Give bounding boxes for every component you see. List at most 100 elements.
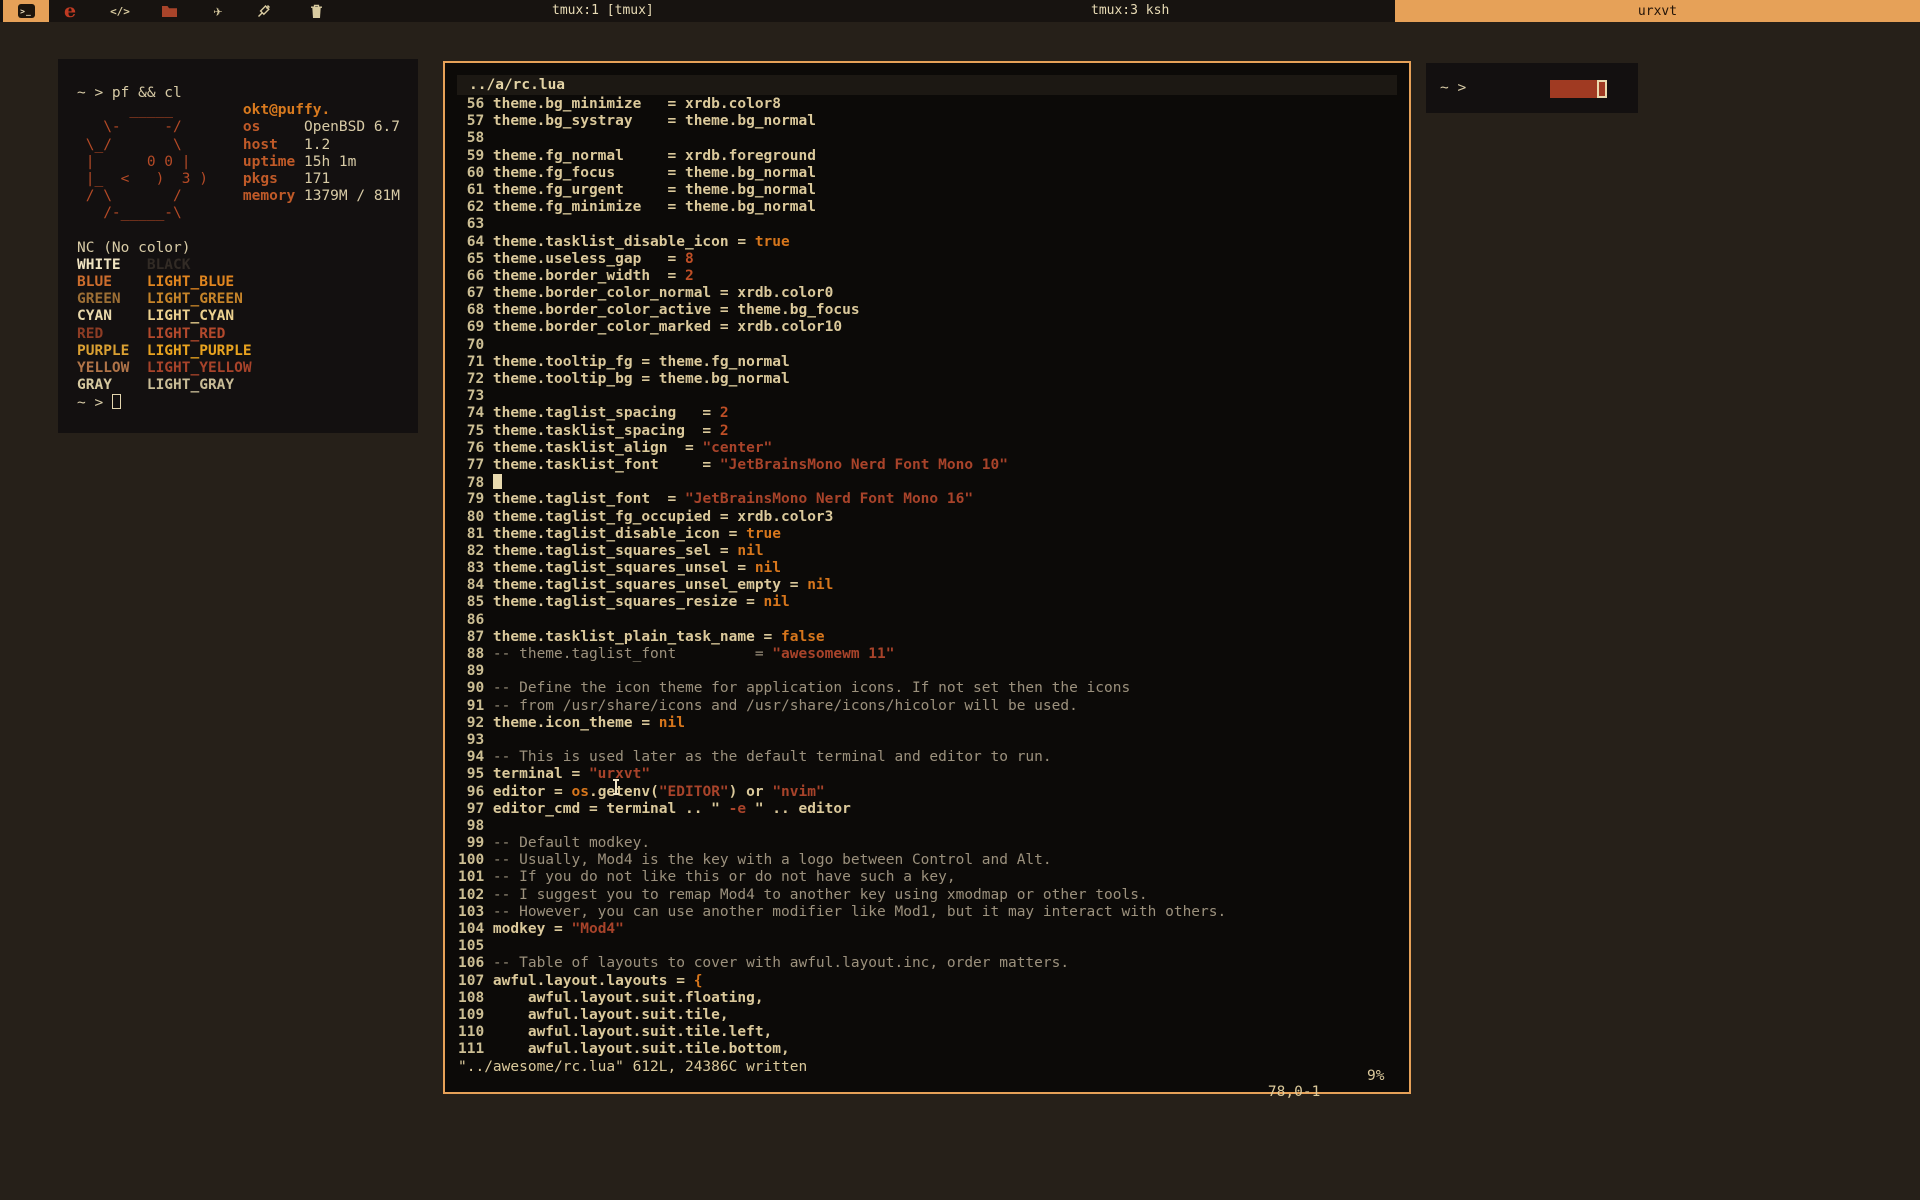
terminal-line: BLUE LIGHT_BLUE bbox=[77, 274, 418, 291]
terminal-icon: >_ bbox=[18, 4, 35, 18]
terminal-line: NC (No color) bbox=[77, 240, 418, 257]
vim-ruler: 78,0-1 9% bbox=[1233, 1068, 1320, 1132]
code-line: 58 bbox=[458, 130, 1226, 147]
code-line: 101 -- If you do not like this or do not… bbox=[458, 869, 1226, 886]
fetch-terminal-window[interactable]: ~ > pf && cl _____ okt@puffy. \- -/ os O… bbox=[58, 59, 418, 433]
code-line: 63 bbox=[458, 216, 1226, 233]
terminal-line: ~ > bbox=[77, 394, 418, 411]
scroll-percent: 9% bbox=[1367, 1068, 1384, 1084]
code-icon: </> bbox=[110, 5, 130, 18]
code-line: 56 theme.bg_minimize = xrdb.color8 bbox=[458, 96, 1226, 113]
code-line: 94 -- This is used later as the default … bbox=[458, 749, 1226, 766]
cursor-position: 78,0-1 bbox=[1268, 1084, 1320, 1100]
terminal-line: WHITE BLACK bbox=[77, 257, 418, 274]
code-line: 83 theme.taglist_squares_unsel = nil bbox=[458, 560, 1226, 577]
selection-block bbox=[1550, 80, 1597, 98]
code-line: 80 theme.taglist_fg_occupied = xrdb.colo… bbox=[458, 509, 1226, 526]
terminal-line: _____ okt@puffy. bbox=[77, 102, 418, 119]
code-line: 71 theme.tooltip_fg = theme.fg_normal bbox=[458, 354, 1226, 371]
terminal-line: \- -/ os OpenBSD 6.7 bbox=[77, 119, 418, 136]
code-line: 73 bbox=[458, 388, 1226, 405]
top-wibar: >_ e </> ✈ bbox=[0, 0, 1920, 22]
code-line: 111 awful.layout.suit.tile.bottom, bbox=[458, 1041, 1226, 1058]
code-line: 60 theme.fg_focus = theme.bg_normal bbox=[458, 165, 1226, 182]
code-line: 75 theme.tasklist_spacing = 2 bbox=[458, 423, 1226, 440]
taskbar-item-urxvt-focused[interactable]: urxvt bbox=[1395, 0, 1920, 22]
syringe-icon bbox=[256, 3, 272, 19]
code-line: 65 theme.useless_gap = 8 bbox=[458, 251, 1226, 268]
code-line: 98 bbox=[458, 818, 1226, 835]
code-line: 105 bbox=[458, 938, 1226, 955]
fetch-terminal-content: ~ > pf && cl _____ okt@puffy. \- -/ os O… bbox=[77, 85, 418, 412]
code-line: 95 terminal = "urxvt" bbox=[458, 766, 1226, 783]
plane-icon: ✈ bbox=[213, 2, 222, 20]
code-line: 72 theme.tooltip_bg = theme.bg_normal bbox=[458, 371, 1226, 388]
code-line: 93 bbox=[458, 732, 1226, 749]
code-line: 86 bbox=[458, 612, 1226, 629]
code-line: 91 -- from /usr/share/icons and /usr/sha… bbox=[458, 698, 1226, 715]
code-line: 84 theme.taglist_squares_unsel_empty = n… bbox=[458, 577, 1226, 594]
launcher-terminal[interactable]: >_ bbox=[3, 0, 49, 22]
terminal-line: \_/ \ host 1.2 bbox=[77, 137, 418, 154]
launcher-browser[interactable]: e bbox=[52, 0, 88, 22]
code-line: 90 -- Define the icon theme for applicat… bbox=[458, 680, 1226, 697]
code-line: 82 theme.taglist_squares_sel = nil bbox=[458, 543, 1226, 560]
code-line: 102 -- I suggest you to remap Mod4 to an… bbox=[458, 887, 1226, 904]
launcher-plane[interactable]: ✈ bbox=[200, 0, 236, 22]
terminal-line: / \ / memory 1379M / 81M bbox=[77, 188, 418, 205]
code-line: 79 theme.taglist_font = "JetBrainsMono N… bbox=[458, 491, 1226, 508]
folder-icon bbox=[161, 5, 178, 18]
vim-terminal-window[interactable]: ../a/rc.lua 56 theme.bg_minimize = xrdb.… bbox=[443, 61, 1411, 1094]
code-line: 103 -- However, you can use another modi… bbox=[458, 904, 1226, 921]
code-line: 67 theme.border_color_normal = xrdb.colo… bbox=[458, 285, 1226, 302]
mini-terminal-window[interactable]: ~ > bbox=[1426, 63, 1638, 113]
code-line: 106 -- Table of layouts to cover with aw… bbox=[458, 955, 1226, 972]
terminal-cursor bbox=[1597, 80, 1607, 98]
terminal-line: GREEN LIGHT_GREEN bbox=[77, 291, 418, 308]
code-line: 74 theme.taglist_spacing = 2 bbox=[458, 405, 1226, 422]
code-line: 77 theme.tasklist_font = "JetBrainsMono … bbox=[458, 457, 1226, 474]
launcher-editor[interactable]: </> bbox=[102, 0, 138, 22]
launcher-files[interactable] bbox=[151, 0, 187, 22]
taskbar-item-tmux1[interactable]: tmux:1 [tmux] bbox=[552, 0, 654, 22]
code-line: 81 theme.taglist_disable_icon = true bbox=[458, 526, 1226, 543]
mouse-ibeam-cursor bbox=[612, 779, 620, 795]
code-line: 100 -- Usually, Mod4 is the key with a l… bbox=[458, 852, 1226, 869]
trash-icon bbox=[310, 4, 323, 19]
terminal-line bbox=[77, 223, 418, 240]
code-line: 62 theme.fg_minimize = theme.bg_normal bbox=[458, 199, 1226, 216]
taskbar-item-tmux3[interactable]: tmux:3 ksh bbox=[1091, 0, 1169, 22]
code-line: 96 editor = os.getenv("EDITOR") or "nvim… bbox=[458, 784, 1226, 801]
code-line: "../awesome/rc.lua" 612L, 24386C written bbox=[458, 1059, 1226, 1076]
focused-task-label: urxvt bbox=[1638, 4, 1677, 19]
code-line: 57 theme.bg_systray = theme.bg_normal bbox=[458, 113, 1226, 130]
terminal-line: CYAN LIGHT_CYAN bbox=[77, 308, 418, 325]
code-line: 85 theme.taglist_squares_resize = nil bbox=[458, 594, 1226, 611]
code-line: 66 theme.border_width = 2 bbox=[458, 268, 1226, 285]
browser-e-icon: e bbox=[64, 2, 76, 21]
code-line: 89 bbox=[458, 663, 1226, 680]
code-line: 61 theme.fg_urgent = theme.bg_normal bbox=[458, 182, 1226, 199]
code-line: 68 theme.border_color_active = theme.bg_… bbox=[458, 302, 1226, 319]
launcher-tools[interactable] bbox=[246, 0, 282, 22]
terminal-line: |_ < ) 3 ) pkgs 171 bbox=[77, 171, 418, 188]
terminal-line: | 0 0 | uptime 15h 1m bbox=[77, 154, 418, 171]
launcher-trash[interactable] bbox=[298, 0, 334, 22]
code-line: 97 editor_cmd = terminal .. " -e " .. ed… bbox=[458, 801, 1226, 818]
code-line: 108 awful.layout.suit.floating, bbox=[458, 990, 1226, 1007]
code-line: 78 bbox=[458, 474, 1226, 491]
code-line: 88 -- theme.taglist_font = "awesomewm 11… bbox=[458, 646, 1226, 663]
vim-buffer[interactable]: 56 theme.bg_minimize = xrdb.color8 57 th… bbox=[458, 96, 1226, 1076]
mini-terminal-prompt: ~ > bbox=[1440, 80, 1466, 96]
code-line: 110 awful.layout.suit.tile.left, bbox=[458, 1024, 1226, 1041]
terminal-line: ~ > pf && cl bbox=[77, 85, 418, 102]
code-line: 109 awful.layout.suit.tile, bbox=[458, 1007, 1226, 1024]
vim-tabline[interactable]: ../a/rc.lua bbox=[457, 75, 1397, 95]
code-line: 64 theme.tasklist_disable_icon = true bbox=[458, 234, 1226, 251]
terminal-line: GRAY LIGHT_GRAY bbox=[77, 377, 418, 394]
code-line: 104 modkey = "Mod4" bbox=[458, 921, 1226, 938]
code-line: 76 theme.tasklist_align = "center" bbox=[458, 440, 1226, 457]
code-line: 70 bbox=[458, 337, 1226, 354]
code-line: 59 theme.fg_normal = xrdb.foreground bbox=[458, 148, 1226, 165]
terminal-line: /-_____-\ bbox=[77, 205, 418, 222]
